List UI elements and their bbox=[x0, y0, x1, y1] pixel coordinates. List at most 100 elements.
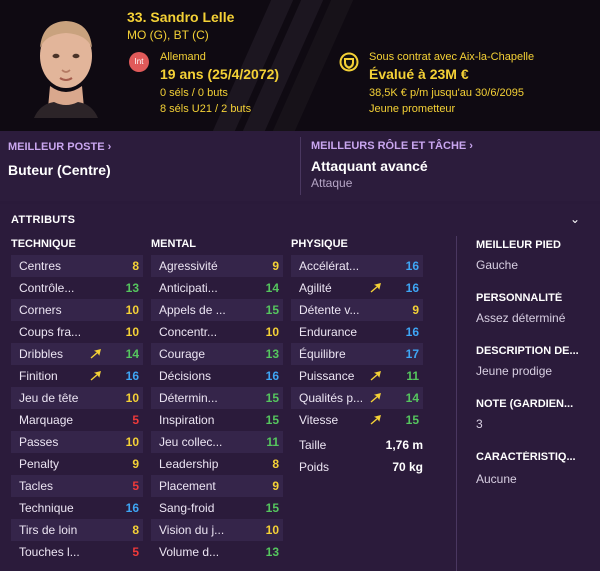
attribute-row[interactable]: Jeu de tête 10 bbox=[11, 387, 143, 409]
attribute-row[interactable]: Décisions 16 bbox=[151, 365, 283, 387]
attribute-row[interactable]: Marquage 5 bbox=[11, 409, 143, 431]
height-row: Taille 1,76 m bbox=[291, 434, 423, 456]
attribute-value: 10 bbox=[265, 325, 279, 339]
attribute-row[interactable]: Penalty 9 bbox=[11, 453, 143, 475]
progress-arrow-icon bbox=[370, 283, 381, 293]
attribute-value: 5 bbox=[132, 479, 139, 493]
best-role-link[interactable]: MEILLEURS RÔLE ET TÂCHE › bbox=[311, 140, 473, 152]
attribute-row[interactable]: Qualités p... 14 bbox=[291, 387, 423, 409]
attribute-row[interactable]: Leadership 8 bbox=[151, 453, 283, 475]
attribute-value: 14 bbox=[265, 281, 279, 295]
attribute-row[interactable]: Contrôle... 13 bbox=[11, 277, 143, 299]
attribute-value: 11 bbox=[406, 369, 419, 383]
attribute-row[interactable]: Passes 10 bbox=[11, 431, 143, 453]
attribute-row[interactable]: Endurance 16 bbox=[291, 321, 423, 343]
attribute-value: 13 bbox=[125, 281, 139, 295]
attribute-row[interactable]: Puissance 11 bbox=[291, 365, 423, 387]
attribute-row[interactable]: Équilibre 17 bbox=[291, 343, 423, 365]
height-value: 1,76 m bbox=[385, 438, 423, 452]
attribute-row[interactable]: Dribbles 14 bbox=[11, 343, 143, 365]
attribute-label: Contrôle... bbox=[19, 281, 75, 295]
progress-arrow-icon bbox=[370, 415, 381, 425]
attribute-row[interactable]: Vitesse 15 bbox=[291, 409, 423, 431]
attribute-value: 11 bbox=[266, 435, 279, 449]
attribute-row[interactable]: Tacles 5 bbox=[11, 475, 143, 497]
technical-header: TECHNIQUE bbox=[11, 238, 76, 250]
personality-value[interactable]: Assez déterminé bbox=[476, 311, 565, 325]
attribute-row[interactable]: Technique 16 bbox=[11, 497, 143, 519]
attributes-title: ATTRIBUTS bbox=[11, 214, 76, 226]
attribute-value: 8 bbox=[272, 457, 279, 471]
weight-label: Poids bbox=[299, 460, 330, 474]
nationality-badge[interactable]: Int bbox=[129, 52, 149, 72]
attribute-row[interactable]: Appels de ... 15 bbox=[151, 299, 283, 321]
divider bbox=[300, 137, 301, 195]
attribute-label: Anticipati... bbox=[159, 281, 218, 295]
attribute-row[interactable]: Tirs de loin 8 bbox=[11, 519, 143, 541]
traits-value[interactable]: Aucune bbox=[476, 472, 517, 486]
attribute-row[interactable]: Sang-froid 15 bbox=[151, 497, 283, 519]
attribute-label: Centres bbox=[19, 259, 62, 273]
attribute-value: 13 bbox=[265, 545, 279, 559]
attribute-value: 16 bbox=[405, 325, 419, 339]
attribute-row[interactable]: Coups fra... 10 bbox=[11, 321, 143, 343]
attribute-label: Sang-froid bbox=[159, 501, 215, 515]
player-value: Évalué à 23M € bbox=[369, 66, 469, 82]
attribute-label: Placement bbox=[159, 479, 216, 493]
attribute-row[interactable]: Centres 8 bbox=[11, 255, 143, 277]
attribute-row[interactable]: Concentr... 10 bbox=[151, 321, 283, 343]
attribute-row[interactable]: Placement 9 bbox=[151, 475, 283, 497]
attribute-row[interactable]: Agilité 16 bbox=[291, 277, 423, 299]
attribute-label: Penalty bbox=[19, 457, 60, 471]
attribute-value: 14 bbox=[125, 347, 139, 361]
mental-column: Agressivité 9 Anticipati... 14 Appels de ...… bbox=[151, 255, 283, 563]
attribute-row[interactable]: Accélérat... 16 bbox=[291, 255, 423, 277]
divider bbox=[456, 236, 457, 571]
best-role-label: MEILLEURS RÔLE ET TÂCHE bbox=[311, 140, 467, 152]
u21-caps: 8 séls U21 / 2 buts bbox=[160, 103, 252, 115]
gk-rating-value: 3 bbox=[476, 417, 483, 431]
attribute-row[interactable]: Courage 13 bbox=[151, 343, 283, 365]
attribute-value: 9 bbox=[412, 303, 419, 317]
attribute-value: 10 bbox=[125, 391, 139, 405]
attribute-label: Concentr... bbox=[159, 325, 218, 339]
attribute-label: Décisions bbox=[159, 369, 212, 383]
attribute-row[interactable]: Volume d... 13 bbox=[151, 541, 283, 563]
player-portrait bbox=[34, 21, 98, 118]
attribute-label: Agressivité bbox=[159, 259, 218, 273]
player-nationality[interactable]: Allemand bbox=[160, 51, 206, 63]
contract-club[interactable]: Sous contrat avec Aix-la-Chapelle bbox=[369, 51, 534, 63]
attribute-label: Coups fra... bbox=[19, 325, 82, 339]
attribute-row[interactable]: Touches l... 5 bbox=[11, 541, 143, 563]
attribute-value: 15 bbox=[265, 501, 279, 515]
attribute-row[interactable]: Agressivité 9 bbox=[151, 255, 283, 277]
progress-arrow-icon bbox=[370, 393, 381, 403]
attribute-label: Accélérat... bbox=[299, 259, 360, 273]
attribute-label: Touches l... bbox=[19, 545, 80, 559]
physical-header: PHYSIQUE bbox=[291, 238, 348, 250]
attribute-label: Jeu de tête bbox=[19, 391, 79, 405]
attribute-row[interactable]: Anticipati... 14 bbox=[151, 277, 283, 299]
attribute-row[interactable]: Détermin... 15 bbox=[151, 387, 283, 409]
attribute-row[interactable]: Finition 16 bbox=[11, 365, 143, 387]
attribute-value: 15 bbox=[265, 413, 279, 427]
attribute-value: 10 bbox=[265, 523, 279, 537]
best-position-value: Buteur (Centre) bbox=[8, 162, 111, 178]
attribute-row[interactable]: Jeu collec... 11 bbox=[151, 431, 283, 453]
attribute-label: Détente v... bbox=[299, 303, 360, 317]
player-name: 33. Sandro Lelle bbox=[127, 9, 235, 25]
attribute-row[interactable]: Inspiration 15 bbox=[151, 409, 283, 431]
best-position-link[interactable]: MEILLEUR POSTE › bbox=[8, 141, 111, 153]
attribute-value: 5 bbox=[132, 413, 139, 427]
club-crest-icon[interactable] bbox=[339, 52, 359, 72]
attribute-label: Endurance bbox=[299, 325, 358, 339]
media-description-value[interactable]: Jeune prodige bbox=[476, 364, 552, 378]
attribute-label: Détermin... bbox=[159, 391, 218, 405]
senior-caps: 0 séls / 0 buts bbox=[160, 87, 228, 99]
attribute-row[interactable]: Corners 10 bbox=[11, 299, 143, 321]
chevron-down-icon[interactable]: ⌄ bbox=[570, 212, 580, 226]
player-wage: 38,5K € p/m jusqu'au 30/6/2095 bbox=[369, 87, 524, 99]
attribute-row[interactable]: Détente v... 9 bbox=[291, 299, 423, 321]
attribute-label: Courage bbox=[159, 347, 206, 361]
attribute-row[interactable]: Vision du j... 10 bbox=[151, 519, 283, 541]
